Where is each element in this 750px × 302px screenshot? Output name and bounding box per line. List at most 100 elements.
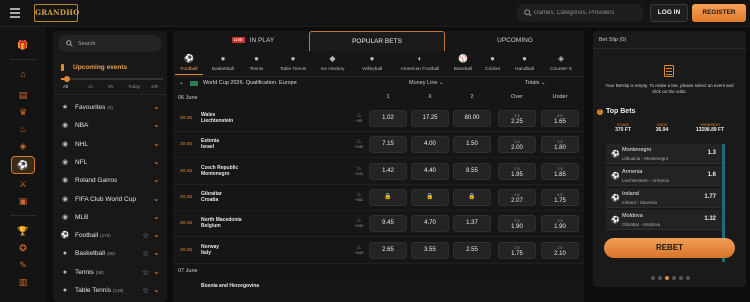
vip-icon[interactable]: ▥ xyxy=(11,273,35,291)
carousel-dot[interactable] xyxy=(658,276,662,280)
chevron-down-icon[interactable]: ⌄ xyxy=(153,157,160,166)
over-odds-button[interactable]: 4.5 2.25 xyxy=(498,110,536,127)
chevron-down-icon[interactable]: ⌄ xyxy=(153,212,160,221)
over-odds-button[interactable]: 2.5 2.00 xyxy=(498,136,536,154)
live-casino-icon[interactable]: ◈ xyxy=(11,137,35,155)
match-row[interactable]: 20:45 Norway Italy ♨ +549 2.65 3.55 2.55 2.5 1.75… xyxy=(173,238,584,264)
top-bet-odd[interactable]: 1.6 xyxy=(708,172,716,178)
tab-upcoming[interactable]: UPCOMING xyxy=(453,31,577,51)
trophy-icon[interactable]: 🏆 xyxy=(11,222,35,240)
under-odds-button[interactable]: 4.5 1.65 xyxy=(541,110,579,127)
odds-button[interactable]: 4.40 xyxy=(411,162,449,180)
odds-button[interactable]: 🔒 xyxy=(453,188,491,206)
favourite-star-icon[interactable]: ☆ xyxy=(142,231,149,240)
more-markets-button[interactable]: ♨ +542 xyxy=(354,166,364,177)
odds-button[interactable]: 1.02 xyxy=(369,110,407,127)
tab-sport-american-football[interactable]: ◐ American Football xyxy=(394,53,446,75)
odds-button[interactable]: 🔒 xyxy=(411,188,449,206)
time-filter-slider[interactable] xyxy=(61,76,163,82)
odds-button[interactable]: 1.50 xyxy=(453,136,491,154)
match-row[interactable]: 20:45 Wales Liechtenstein ♨ +55 1.02 17.25 80.0… xyxy=(173,106,584,132)
virtual-icon[interactable]: ▣ xyxy=(11,192,35,210)
odds-button[interactable]: 7.15 xyxy=(369,136,407,154)
odds-button[interactable]: 1.37 xyxy=(453,215,491,233)
over-odds-button[interactable]: 2.5 1.95 xyxy=(498,162,536,180)
esports-icon[interactable]: ⚔ xyxy=(11,175,35,193)
tab-sport-baseball[interactable]: ⚾ Baseball xyxy=(450,53,476,75)
home-icon[interactable]: ⌂ xyxy=(11,65,35,83)
sidebar-item-sport[interactable]: ★ Favourites (0) ⌄ xyxy=(53,99,167,117)
under-odds-button[interactable]: 2.5 1.90 xyxy=(541,215,579,233)
chevron-down-icon[interactable]: ⌄ xyxy=(153,230,160,239)
casino-icon[interactable]: ♛ xyxy=(11,103,35,121)
chevron-down-icon[interactable]: ⌄ xyxy=(153,120,160,129)
chevron-down-icon[interactable]: ⌄ xyxy=(153,285,160,294)
tab-in-play[interactable]: LIVE IN PLAY xyxy=(203,31,303,51)
carousel-dot[interactable] xyxy=(686,276,690,280)
chevron-down-icon[interactable]: ⌄ xyxy=(153,139,160,148)
over-odds-button[interactable]: 2.5 1.75 xyxy=(498,241,536,259)
top-bet-odd[interactable]: 1.3 xyxy=(708,150,716,156)
favourite-star-icon[interactable]: ☆ xyxy=(142,268,149,277)
chevron-down-icon[interactable]: ⌄ xyxy=(153,248,160,257)
tab-sport-ice-hockey[interactable]: ◆ Ice Hockey xyxy=(315,53,350,75)
carousel-dot[interactable] xyxy=(651,276,655,280)
top-bet-card[interactable]: ⚽ Moldova Gibraltar - Moldova 1.32 xyxy=(606,210,722,230)
top-bet-card[interactable]: ⚽ Ireland Ireland - Slovenia 1.77 xyxy=(606,188,722,208)
brand-logo[interactable]: GRANDHO xyxy=(34,4,79,22)
chevron-down-icon[interactable]: ⌄ xyxy=(153,267,160,276)
under-odds-button[interactable]: 2.5 1.80 xyxy=(541,136,579,154)
sidebar-item-sport[interactable]: ◉ MLB ⌄ xyxy=(53,209,167,227)
time-option[interactable]: 1h xyxy=(88,84,93,89)
sidebar-item-sport[interactable]: ● Tennis (98) ☆ ⌄ xyxy=(53,264,167,282)
time-option[interactable]: All xyxy=(63,84,68,89)
sidebar-item-sport[interactable]: ◉ FIFA Club World Cup ⌄ xyxy=(53,191,167,209)
over-odds-button[interactable]: 4.5 2.07 xyxy=(498,188,536,206)
odds-button[interactable]: 4.70 xyxy=(411,215,449,233)
sidebar-search[interactable] xyxy=(58,35,162,52)
match-row[interactable]: 20:45 Gibraltar Croatia ♨ +552 🔒 🔒 🔒 4.5 2.07 4.5 1… xyxy=(173,185,584,211)
more-markets-button[interactable]: ♨ +545 xyxy=(354,139,364,150)
favourite-star-icon[interactable]: ☆ xyxy=(142,286,149,295)
chevron-down-icon[interactable]: ⌄ xyxy=(153,194,160,203)
chevron-down-icon[interactable]: ⌄ xyxy=(153,175,160,184)
sidebar-item-sport[interactable]: ● Table Tennis (138) ☆ ⌄ xyxy=(53,282,167,300)
competition-row[interactable]: ⌄ World Cup 2026. Qualification. Europe … xyxy=(173,78,584,90)
sidebar-item-sport[interactable]: ◉ Roland Garros ⌄ xyxy=(53,172,167,190)
odds-button[interactable]: 4.00 xyxy=(411,136,449,154)
tab-sport-football[interactable]: ⚽ Football xyxy=(175,53,203,75)
sidebar-item-sport[interactable]: ◉ NFL ⌄ xyxy=(53,154,167,172)
gift-icon[interactable]: 🎁 xyxy=(11,36,35,54)
match-row[interactable]: 20:45 Czech Republic Montenegro ♨ +542 1.42 4.… xyxy=(173,159,584,185)
tab-sport-cricket[interactable]: ● Cricket xyxy=(480,53,505,75)
top-bet-card[interactable]: ⚽ Montenegro Lithuania - Montenegro 1.3 xyxy=(606,144,722,164)
slots-icon[interactable]: ▤ xyxy=(11,86,35,104)
market-select[interactable]: Money Line ⌄ xyxy=(409,80,444,86)
chevron-down-icon[interactable]: ⌄ xyxy=(179,79,184,86)
under-odds-button[interactable]: 4.5 1.75 xyxy=(541,188,579,206)
top-bet-card[interactable]: ⚽ Armenia Liechtenstein - Armenia 1.6 xyxy=(606,166,722,186)
odds-button[interactable]: 2.55 xyxy=(453,241,491,259)
hamburger-menu-icon[interactable] xyxy=(10,8,20,18)
carousel-dot[interactable] xyxy=(672,276,676,280)
odds-button[interactable]: 80.00 xyxy=(453,110,491,127)
match-row[interactable]: 20:45 Estonia Israel ♨ +545 7.15 4.00 1.50 2.5 2.… xyxy=(173,132,584,159)
totals-select[interactable]: Totals ⌄ xyxy=(525,80,546,86)
chevron-down-icon[interactable]: ⌄ xyxy=(153,102,160,111)
odds-button[interactable]: 🔒 xyxy=(369,188,407,206)
rebet-button[interactable]: REBET xyxy=(604,238,735,258)
odds-button[interactable]: 8.55 xyxy=(453,162,491,180)
under-odds-button[interactable]: 2.5 2.10 xyxy=(541,241,579,259)
sidebar-item-sport[interactable]: ● Basketball (65) ☆ ⌄ xyxy=(53,245,167,263)
global-search[interactable] xyxy=(516,4,644,22)
more-markets-button[interactable]: ♨ +55 xyxy=(354,113,364,124)
odds-button[interactable]: 9.45 xyxy=(369,215,407,233)
odds-button[interactable]: 1.42 xyxy=(369,162,407,180)
tab-sport-handball[interactable]: ● Handball xyxy=(509,53,540,75)
odds-button[interactable]: 2.65 xyxy=(369,241,407,259)
tab-sport-volleyball[interactable]: ● Volleyball xyxy=(354,53,390,75)
register-button[interactable]: REGISTER xyxy=(692,4,746,22)
medal-icon[interactable]: ✪ xyxy=(11,239,35,257)
fire-icon[interactable]: ♨ xyxy=(11,120,35,138)
sidebar-item-sport[interactable]: ◉ NBA ⌄ xyxy=(53,117,167,135)
